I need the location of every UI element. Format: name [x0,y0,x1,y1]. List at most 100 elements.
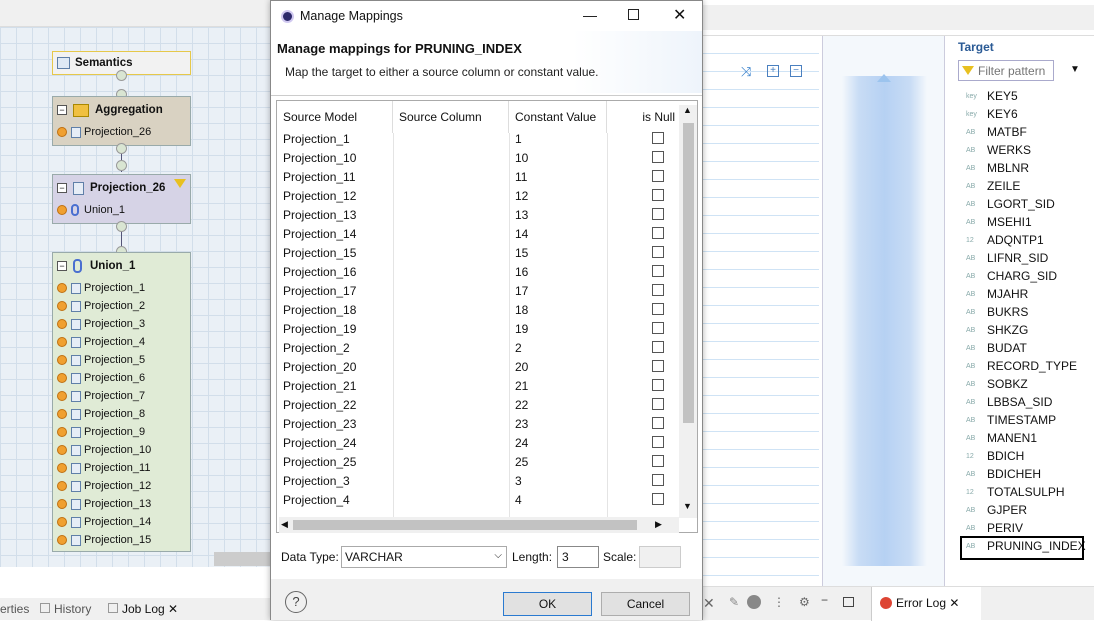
union-input-item[interactable]: Projection_4 [53,333,190,351]
collapse-icon[interactable]: − [57,183,67,193]
union-input-item[interactable]: Projection_7 [53,387,190,405]
table-row[interactable]: Projection_20 20 [277,358,677,377]
union-input-item[interactable]: Projection_14 [53,513,190,531]
settings-icon[interactable]: ⚙ [799,595,810,609]
is-null-checkbox[interactable] [652,170,664,182]
union-input-item[interactable]: Projection_12 [53,477,190,495]
target-field[interactable]: key KEY5 [966,87,1018,105]
target-field[interactable]: AB MANEN1 [966,429,1037,447]
close-icon[interactable]: ✕ [168,602,178,616]
horizontal-scrollbar[interactable]: ◀ ▶ [279,517,679,533]
is-null-checkbox[interactable] [652,189,664,201]
table-row[interactable]: Projection_13 13 [277,206,677,225]
target-field[interactable]: AB LIFNR_SID [966,249,1048,267]
close-button[interactable]: ✕ [673,5,686,25]
target-field[interactable]: AB SHKZG [966,321,1028,339]
is-null-checkbox[interactable] [652,265,664,277]
constant-value-cell[interactable]: 19 [515,322,528,336]
auto-map-icon[interactable]: ⤨ [741,64,751,80]
table-row[interactable]: Projection_14 14 [277,225,677,244]
column-header-source-model[interactable]: Source Model [277,101,393,133]
is-null-checkbox[interactable] [652,474,664,486]
constant-value-cell[interactable]: 24 [515,436,528,450]
union-input-item[interactable]: Projection_5 [53,351,190,369]
scroll-up-icon[interactable]: ▲ [683,105,692,115]
table-row[interactable]: Projection_23 23 [277,415,677,434]
constant-value-cell[interactable]: 23 [515,417,528,431]
union-input-item[interactable]: Projection_1 [53,279,190,297]
union-input-item[interactable]: Projection_11 [53,459,190,477]
table-row[interactable]: Projection_18 18 [277,301,677,320]
filter-input[interactable] [978,63,1053,78]
constant-value-cell[interactable]: 16 [515,265,528,279]
tree-icon[interactable]: ⋮ [773,595,785,609]
constant-value-cell[interactable]: 15 [515,246,528,260]
table-row[interactable]: Projection_3 3 [277,472,677,491]
tab-error-log[interactable]: Error Log ✕ [871,587,981,621]
target-field[interactable]: 12 ADQNTP1 [966,231,1044,249]
node-input[interactable]: Union_1 [53,201,190,219]
scroll-right-icon[interactable]: ▶ [655,519,662,530]
column-header-is-null[interactable]: is Null [607,101,679,133]
target-field[interactable]: AB BUDAT [966,339,1027,357]
connector-dot[interactable] [116,70,127,81]
connector-dot[interactable] [116,160,127,171]
target-field[interactable]: AB MJAHR [966,285,1028,303]
is-null-checkbox[interactable] [652,341,664,353]
target-field[interactable]: AB BDICHEH [966,465,1041,483]
edit-icon[interactable]: ✎ [729,595,739,609]
connector-dot[interactable] [116,143,127,154]
target-field[interactable]: AB SOBKZ [966,375,1028,393]
table-row[interactable]: Projection_16 16 [277,263,677,282]
union-input-item[interactable]: Projection_15 [53,531,190,549]
constant-value-cell[interactable]: 21 [515,379,528,393]
is-null-checkbox[interactable] [652,208,664,220]
constant-value-cell[interactable]: 18 [515,303,528,317]
scroll-thumb[interactable] [683,123,694,423]
aggregation-node[interactable]: − Aggregation Projection_26 [52,96,191,146]
vertical-scrollbar[interactable]: ▲ ▼ [679,105,697,518]
target-field[interactable]: AB WERKS [966,141,1031,159]
target-field[interactable]: AB PERIV [966,519,1023,537]
constant-value-cell[interactable]: 13 [515,208,528,222]
node-input[interactable]: Projection_26 [53,123,190,141]
target-field[interactable]: AB ZEILE [966,177,1020,195]
help-icon[interactable]: ? [285,591,307,613]
constant-value-cell[interactable]: 11 [515,170,527,184]
constant-value-cell[interactable]: 3 [515,474,522,488]
properties-tab[interactable]: erties [0,602,29,616]
is-null-checkbox[interactable] [652,151,664,163]
target-field[interactable]: AB BUKRS [966,303,1028,321]
target-field[interactable]: AB MBLNR [966,159,1029,177]
target-field[interactable]: AB LBBSA_SID [966,393,1052,411]
check-icon[interactable] [747,595,761,609]
table-row[interactable]: Projection_19 19 [277,320,677,339]
scale-input[interactable] [639,546,681,568]
table-row[interactable]: Projection_12 12 [277,187,677,206]
minimize-button[interactable]: — [583,7,597,23]
is-null-checkbox[interactable] [652,455,664,467]
target-field[interactable]: 12 BDICH [966,447,1024,465]
union-input-item[interactable]: Projection_3 [53,315,190,333]
union-input-item[interactable]: Projection_10 [53,441,190,459]
tab-history[interactable]: History [40,602,91,616]
is-null-checkbox[interactable] [652,379,664,391]
is-null-checkbox[interactable] [652,246,664,258]
target-field[interactable]: AB RECORD_TYPE [966,357,1077,375]
is-null-checkbox[interactable] [652,398,664,410]
mapping-table[interactable]: Source Model Source Column Constant Valu… [276,100,698,533]
column-header-constant-value[interactable]: Constant Value [509,101,607,133]
column-header-source-column[interactable]: Source Column [393,101,509,133]
target-field[interactable]: AB LGORT_SID [966,195,1055,213]
is-null-checkbox[interactable] [652,132,664,144]
table-row[interactable]: Projection_17 17 [277,282,677,301]
projection26-node[interactable]: − Projection_26 Union_1 [52,174,191,224]
union-node[interactable]: − Union_1 Projection_1 Projection_2 Project… [52,252,191,552]
target-field[interactable]: AB MSEHI1 [966,213,1032,231]
constant-value-cell[interactable]: 20 [515,360,528,374]
maximize-button[interactable] [628,9,639,20]
constant-value-cell[interactable]: 4 [515,493,522,507]
maximize-icon[interactable] [843,597,854,607]
data-type-select[interactable]: VARCHAR ⌵ [341,546,507,568]
is-null-checkbox[interactable] [652,417,664,429]
